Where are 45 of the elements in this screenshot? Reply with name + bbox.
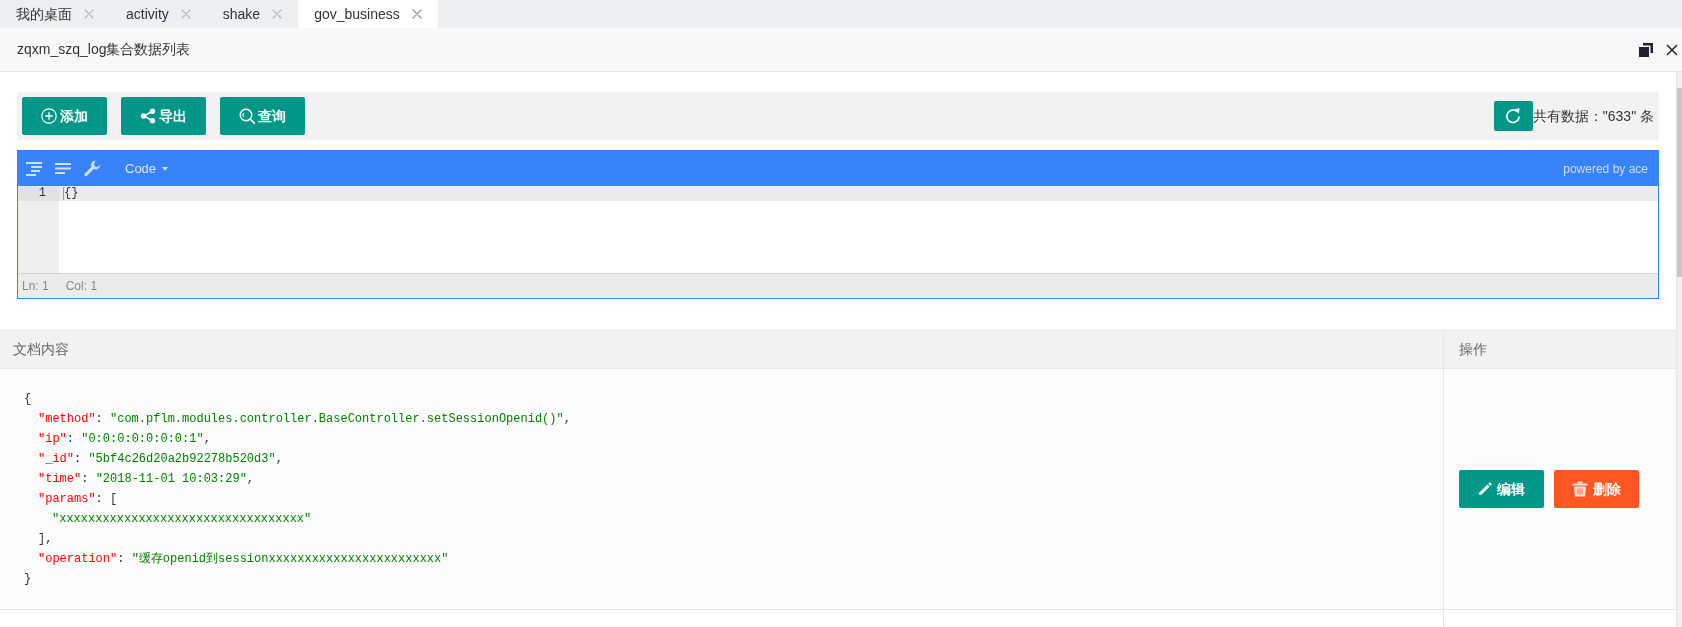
credit-text: powered by ace [1563,160,1648,178]
status-text: Ln: 1 [22,278,49,295]
json-line: "xxxxxxxxxxxxxxxxxxxxxxxxxxxxxxxxxx" [52,511,312,528]
share-icon [140,108,156,124]
trash-icon [1572,481,1588,497]
code-text: {} [64,186,79,201]
window-title: zqxm_szq_log集合数据列表 [17,40,191,59]
export-button[interactable]: 导出 [121,97,206,135]
restore-icon[interactable] [1639,42,1653,57]
record-count: 共有数据："633" 条 [1532,106,1654,126]
refresh-button[interactable] [1493,101,1533,131]
column-header: 操作 [1443,331,1676,368]
pencil-icon [1478,482,1492,496]
delete-button[interactable]: 删除 [1554,470,1639,508]
caret-icon [162,166,169,171]
refresh-icon [1504,107,1523,125]
json-line: ], [38,531,53,548]
json-line: "ip": "0:0:0:0:0:0:0:1", [38,431,211,448]
mode-dropdown[interactable]: Code [125,158,169,179]
json-line: "params": [ [38,491,118,508]
search-icon [239,108,255,124]
add-button[interactable]: 添加 [22,97,107,135]
text-cursor [63,187,64,200]
tab[interactable]: shake [206,0,299,28]
tab[interactable]: gov_business [298,0,438,28]
close-icon[interactable] [1666,43,1678,56]
json-line: "_id": "5bf4c26d20a2b92278b520d3", [38,451,283,468]
search-button[interactable]: 查询 [220,97,305,135]
json-line: } [24,571,32,588]
json-line: "method": "com.pflm.modules.controller.BaseController.setSessionOpenid()", [38,411,571,428]
tab[interactable]: activity [110,0,207,28]
indent-lines-icon[interactable] [26,161,42,176]
lines-icon[interactable] [55,163,71,174]
wrench-icon[interactable] [84,160,101,177]
json-line: { [24,391,32,408]
tab[interactable]: 我的桌面 [0,0,110,28]
editor-field[interactable]: 1 {} [18,186,1658,273]
edit-button[interactable]: 编辑 [1459,470,1544,508]
status-text: Col: 1 [65,278,98,295]
scrollbar-thumb[interactable] [1677,88,1682,277]
line-number: 1 [38,186,46,201]
json-line: "time": "2018-11-01 10:03:29", [38,471,255,488]
plus-circle-icon [41,108,57,124]
column-header: 文档内容 [0,331,1443,368]
json-line: "operation": "缓存openid到sessionxxxxxxxxxxxxxxxxxxxxxxxx" [38,551,449,568]
